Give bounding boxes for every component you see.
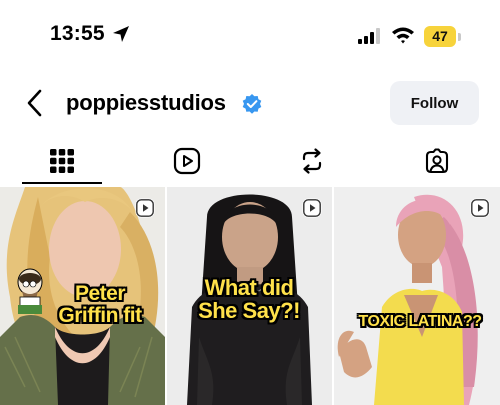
reels-play-icon: [173, 147, 201, 175]
wifi-icon: [392, 27, 414, 44]
posts-grid: Peter Griffin fit What did She Say?! TOX…: [0, 187, 500, 405]
tab-reels[interactable]: [147, 138, 227, 184]
repost-icon: [302, 148, 322, 174]
post-2-caption-line1: What did: [204, 275, 294, 300]
active-tab-indicator: [22, 182, 102, 184]
verified-badge-icon: [242, 94, 262, 114]
tab-posts-grid[interactable]: [22, 138, 102, 184]
tab-tagged[interactable]: [397, 138, 477, 184]
post-2-caption: What did She Say?!: [179, 276, 319, 322]
post-3-image: [334, 187, 500, 405]
location-arrow-icon: [113, 26, 129, 42]
follow-button[interactable]: Follow: [390, 81, 479, 125]
reel-indicator-icon: [135, 198, 155, 218]
post-2-caption-line2: She Say?!: [198, 298, 300, 324]
battery-level: 47: [424, 26, 456, 47]
reel-indicator-icon: [302, 198, 322, 218]
reel-indicator-icon: [470, 198, 490, 218]
cellular-signal-icon: [358, 28, 380, 44]
battery-cap: [458, 33, 461, 41]
post-1-caption: Peter Griffin fit: [40, 282, 160, 328]
post-3-caption: TOXIC LATINA??: [342, 313, 498, 331]
post-thumbnail-3[interactable]: TOXIC LATINA??: [334, 187, 500, 405]
tab-reposts[interactable]: [272, 138, 352, 184]
grid-icon: [50, 149, 74, 173]
post-thumbnail-2[interactable]: What did She Say?!: [167, 187, 332, 405]
tagged-person-icon: [425, 148, 449, 174]
post-1-caption-line1: Peter: [74, 282, 126, 305]
status-bar: 13:55 47: [0, 0, 500, 70]
back-chevron-icon[interactable]: [24, 88, 44, 118]
profile-header: poppiesstudios Follow: [0, 78, 500, 128]
post-3-caption-line1: TOXIC LATINA??: [358, 313, 482, 330]
profile-tabs: [0, 138, 500, 186]
post-1-caption-line2: Griffin fit: [58, 304, 142, 328]
post-thumbnail-1[interactable]: Peter Griffin fit: [0, 187, 165, 405]
profile-username: poppiesstudios: [66, 90, 226, 115]
clock-time: 13:55: [50, 22, 105, 45]
